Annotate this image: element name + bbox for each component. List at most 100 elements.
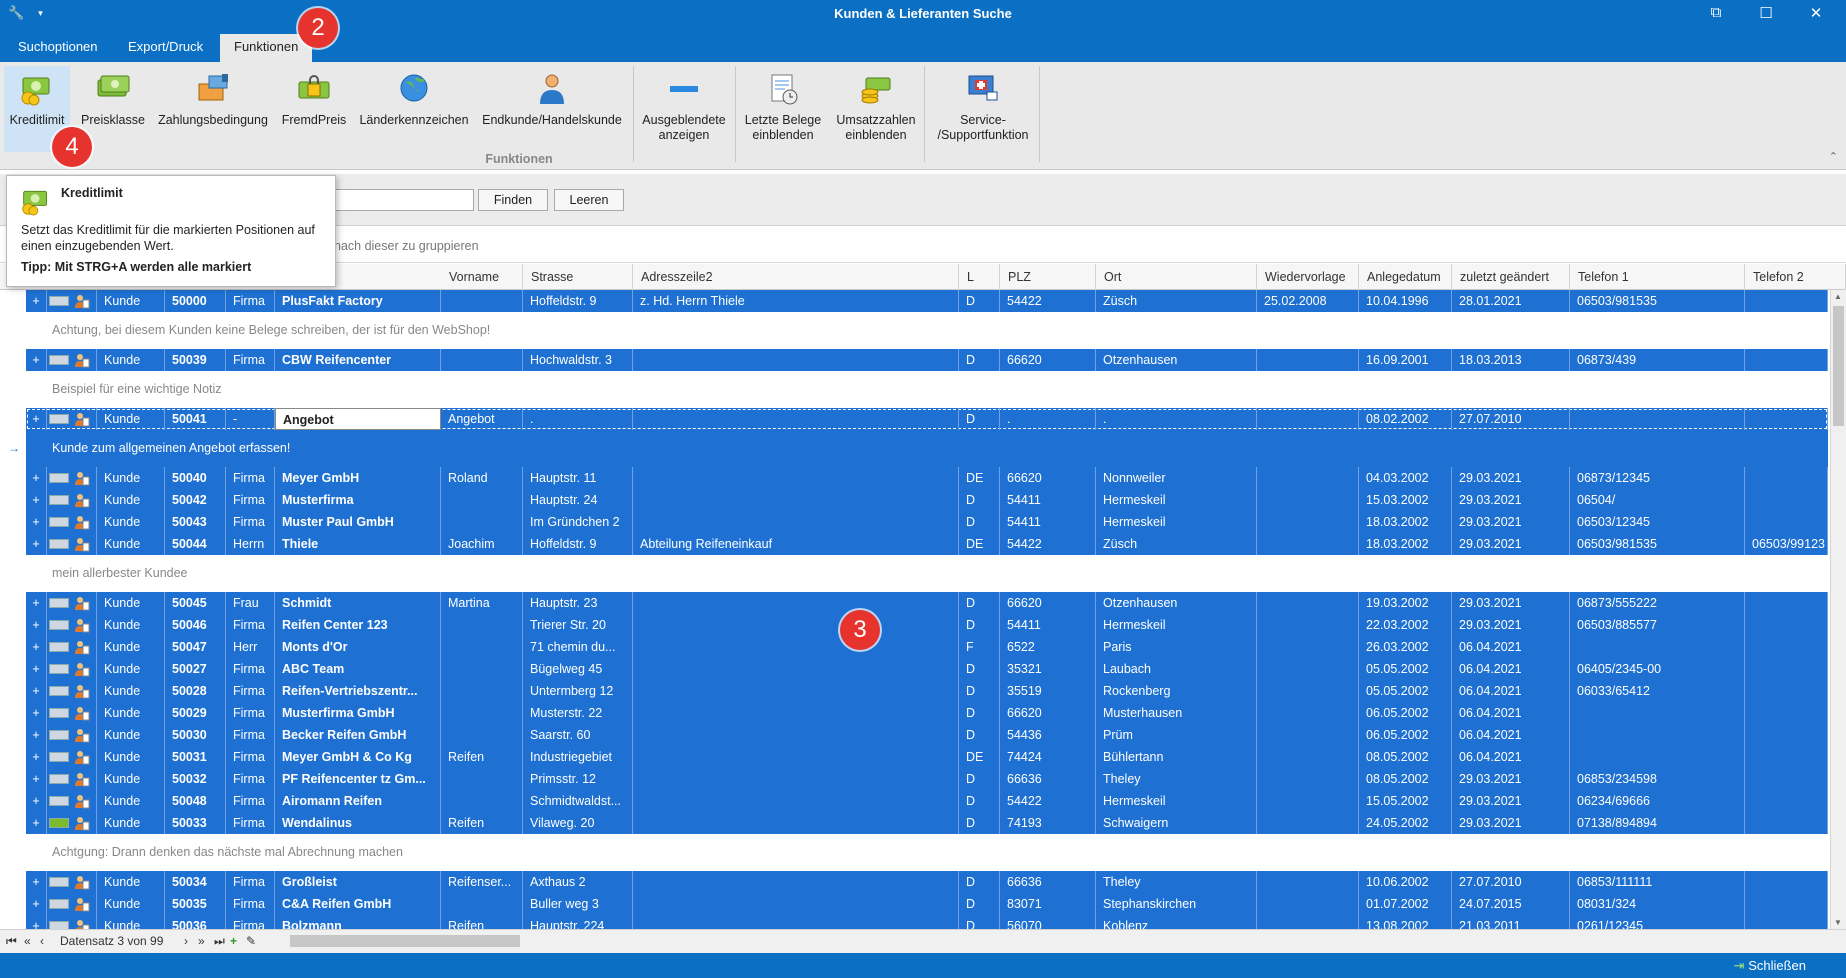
service-support-button[interactable]: Service- /Supportfunktion (928, 66, 1038, 152)
table-row[interactable]: + Kunde 50047 Herr Monts d'Or 71 chemin du...… (26, 636, 1828, 658)
cell-plz[interactable]: 83071 (1000, 893, 1096, 915)
cell-plz[interactable]: 66620 (1000, 702, 1096, 724)
previous-record-icon[interactable]: ‹ (40, 934, 44, 948)
cell-plz[interactable]: 54436 (1000, 724, 1096, 746)
cell-strasse[interactable]: Buller weg 3 (523, 893, 633, 915)
cell-tel1[interactable]: 08031/324 (1570, 893, 1745, 915)
cell-type[interactable]: Kunde (97, 408, 165, 430)
maximize-icon[interactable]: ☐ (1756, 4, 1776, 22)
cell-ort[interactable]: Züsch (1096, 290, 1257, 312)
cell-name[interactable]: Musterfirma GmbH (275, 702, 441, 724)
column-header[interactable]: Wiedervorlage (1257, 264, 1359, 290)
cell-tel1[interactable]: 06503/981535 (1570, 533, 1745, 555)
close-button[interactable]: ⇥ Schließen (1734, 958, 1806, 974)
cell-name[interactable]: Großleist (275, 871, 441, 893)
cell-geaendert[interactable]: 06.04.2021 (1452, 658, 1570, 680)
cell-wv[interactable] (1257, 489, 1359, 511)
cell-tel1[interactable]: 06503/12345 (1570, 511, 1745, 533)
cell-geaendert[interactable]: 29.03.2021 (1452, 489, 1570, 511)
cell-adr2[interactable] (633, 680, 959, 702)
expand-row-icon[interactable]: + (26, 871, 47, 893)
column-header[interactable]: Vorname (441, 264, 523, 290)
cell-type[interactable]: Kunde (97, 290, 165, 312)
cell-name[interactable]: C&A Reifen GmbH (275, 893, 441, 915)
cell-type[interactable]: Kunde (97, 724, 165, 746)
cell-wv[interactable] (1257, 915, 1359, 929)
cell-tel1[interactable]: 0261/12345 (1570, 915, 1745, 929)
cell-adr2[interactable] (633, 636, 959, 658)
next-record-icon[interactable]: › (184, 934, 188, 948)
cell-angelegt[interactable]: 08.05.2002 (1359, 746, 1452, 768)
cell-anrede[interactable]: Firma (226, 511, 275, 533)
expand-row-icon[interactable]: + (26, 408, 47, 430)
cell-angelegt[interactable]: 15.05.2002 (1359, 790, 1452, 812)
cell-ort[interactable]: Musterhausen (1096, 702, 1257, 724)
table-row[interactable]: + Kunde 50000 Firma PlusFakt Factory Hoffelds… (26, 290, 1828, 312)
cell-wv[interactable] (1257, 893, 1359, 915)
cell-vorname[interactable] (441, 658, 523, 680)
cell-ort[interactable]: Stephanskirchen (1096, 893, 1257, 915)
cell-geaendert[interactable]: 06.04.2021 (1452, 724, 1570, 746)
cell-name[interactable]: Monts d'Or (275, 636, 441, 658)
cell-ort[interactable]: Laubach (1096, 658, 1257, 680)
cell-geaendert[interactable]: 06.04.2021 (1452, 746, 1570, 768)
cell-name[interactable]: ABC Team (275, 658, 441, 680)
cell-geaendert[interactable]: 29.03.2021 (1452, 511, 1570, 533)
cell-land[interactable]: D (959, 349, 1000, 371)
cell-angelegt[interactable]: 06.05.2002 (1359, 702, 1452, 724)
cell-land[interactable]: DE (959, 746, 1000, 768)
next-page-icon[interactable]: » (198, 934, 205, 948)
cell-tel2[interactable] (1745, 702, 1828, 724)
cell-strasse[interactable]: Hauptstr. 224 (523, 915, 633, 929)
cell-plz[interactable]: 66620 (1000, 467, 1096, 489)
cell-wv[interactable] (1257, 533, 1359, 555)
cell-tel1[interactable]: 06234/69666 (1570, 790, 1745, 812)
cell-wv[interactable] (1257, 511, 1359, 533)
cell-strasse[interactable]: Im Gründchen 2 (523, 511, 633, 533)
cell-anrede[interactable]: Herrn (226, 533, 275, 555)
find-button[interactable]: Finden (478, 189, 548, 211)
cell-tel2[interactable] (1745, 915, 1828, 929)
cell-ort[interactable]: Paris (1096, 636, 1257, 658)
cell-nr[interactable]: 50036 (165, 915, 226, 929)
cell-tel1[interactable]: 06033/65412 (1570, 680, 1745, 702)
cell-nr[interactable]: 50043 (165, 511, 226, 533)
cell-land[interactable]: D (959, 768, 1000, 790)
cell-geaendert[interactable]: 06.04.2021 (1452, 636, 1570, 658)
cell-nr[interactable]: 50048 (165, 790, 226, 812)
cell-tel2[interactable] (1745, 680, 1828, 702)
cell-adr2[interactable] (633, 408, 959, 430)
cell-adr2[interactable] (633, 724, 959, 746)
cell-wv[interactable] (1257, 768, 1359, 790)
cell-name[interactable]: PF Reifencenter tz Gm... (275, 768, 441, 790)
scroll-down-icon[interactable]: ▼ (1834, 918, 1842, 927)
cell-plz[interactable]: 54411 (1000, 614, 1096, 636)
cell-tel1[interactable]: 06405/2345-00 (1570, 658, 1745, 680)
cell-ort[interactable]: Theley (1096, 871, 1257, 893)
cell-nr[interactable]: 50033 (165, 812, 226, 834)
cell-geaendert[interactable]: 28.01.2021 (1452, 290, 1570, 312)
cell-adr2[interactable] (633, 702, 959, 724)
cell-adr2[interactable] (633, 592, 959, 614)
cell-strasse[interactable]: 71 chemin du... (523, 636, 633, 658)
vertical-scrollbar[interactable]: ▲ ▼ (1830, 290, 1846, 929)
cell-vorname[interactable]: Martina (441, 592, 523, 614)
cell-nr[interactable]: 50028 (165, 680, 226, 702)
search-input[interactable] (330, 189, 474, 211)
cell-name[interactable]: Thiele (275, 533, 441, 555)
cell-tel1[interactable]: 06853/111111 (1570, 871, 1745, 893)
cell-name[interactable]: PlusFakt Factory (275, 290, 441, 312)
cell-tel2[interactable] (1745, 511, 1828, 533)
cell-tel2[interactable]: 06503/99123 (1745, 533, 1828, 555)
cell-adr2[interactable] (633, 746, 959, 768)
cell-anrede[interactable]: Firma (226, 812, 275, 834)
cell-plz[interactable]: 54422 (1000, 533, 1096, 555)
cell-vorname[interactable] (441, 636, 523, 658)
cell-anrede[interactable]: Firma (226, 489, 275, 511)
cell-name[interactable]: Becker Reifen GmbH (275, 724, 441, 746)
cell-wv[interactable] (1257, 702, 1359, 724)
cell-vorname[interactable] (441, 489, 523, 511)
cell-angelegt[interactable]: 16.09.2001 (1359, 349, 1452, 371)
zahlungsbedingung-button[interactable]: Zahlungsbedingung (154, 66, 272, 152)
cell-tel1[interactable] (1570, 724, 1745, 746)
